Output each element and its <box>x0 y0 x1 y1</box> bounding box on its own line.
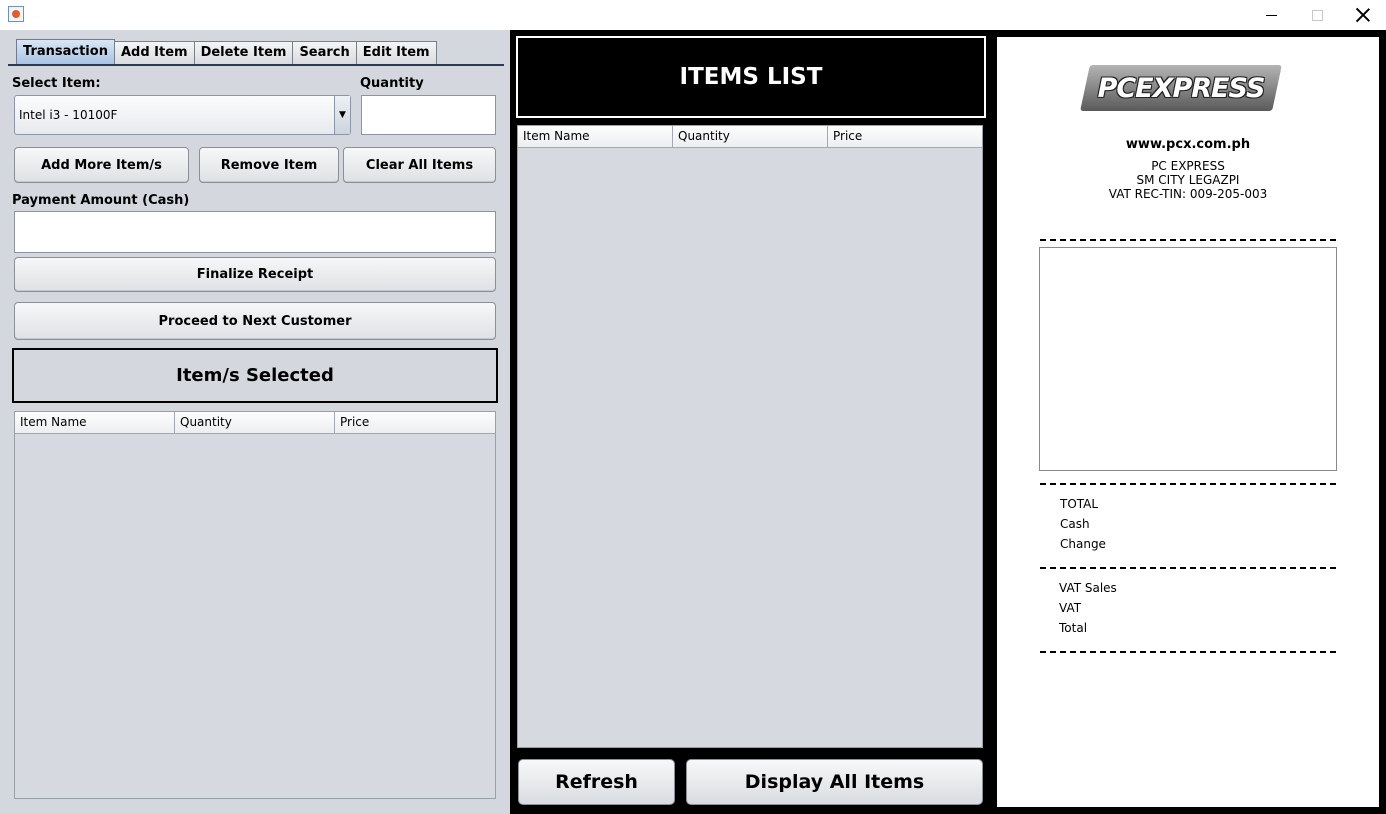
tab-bar: Transaction Add Item Delete Item Search … <box>16 39 437 64</box>
table-header: Item Name Quantity Price <box>518 126 982 148</box>
receipt-website: www.pcx.com.ph <box>1125 137 1251 152</box>
minimize-icon <box>1265 14 1277 16</box>
java-app-icon <box>8 6 24 22</box>
items-list-panel: ITEMS LIST Item Name Quantity Price Refr… <box>510 30 994 814</box>
remove-item-button[interactable]: Remove Item <box>199 147 339 183</box>
receipt-panel: PCEXPRESS www.pcx.com.ph PC EXPRESS SM C… <box>994 30 1386 814</box>
receipt-divider <box>1040 651 1336 653</box>
receipt-paper: PCEXPRESS www.pcx.com.ph PC EXPRESS SM C… <box>997 37 1379 807</box>
receipt-items-area <box>1039 247 1337 471</box>
chevron-down-icon[interactable]: ▼ <box>334 96 350 134</box>
column-header-quantity[interactable]: Quantity <box>175 412 335 433</box>
logo-text: PCEXPRESS <box>1097 72 1266 104</box>
table-header: Item Name Quantity Price <box>15 412 495 434</box>
refresh-button[interactable]: Refresh <box>518 759 675 805</box>
maximize-button[interactable] <box>1294 0 1340 30</box>
items-list-title: ITEMS LIST <box>516 36 986 118</box>
selected-item-value: Intel i3 - 10100F <box>19 108 118 122</box>
column-header-item-name[interactable]: Item Name <box>518 126 673 147</box>
receipt-divider <box>1040 483 1336 485</box>
transaction-panel: Transaction Add Item Delete Item Search … <box>0 30 510 814</box>
receipt-store-name: PC EXPRESS <box>1151 159 1225 173</box>
quantity-label: Quantity <box>360 76 424 91</box>
column-header-price[interactable]: Price <box>335 412 495 433</box>
pc-express-logo: PCEXPRESS <box>1080 65 1282 113</box>
payment-amount-label: Payment Amount (Cash) <box>12 193 190 208</box>
tab-transaction[interactable]: Transaction <box>16 39 115 64</box>
receipt-divider <box>1040 567 1336 569</box>
close-icon <box>1356 8 1370 22</box>
receipt-change-label: Change <box>1060 537 1106 551</box>
receipt-total-label: TOTAL <box>1060 497 1099 511</box>
items-list-table[interactable]: Item Name Quantity Price <box>517 125 983 748</box>
quantity-input[interactable] <box>361 95 496 135</box>
column-header-item-name[interactable]: Item Name <box>15 412 175 433</box>
column-header-price[interactable]: Price <box>828 126 982 147</box>
finalize-receipt-button[interactable]: Finalize Receipt <box>14 257 496 292</box>
minimize-button[interactable] <box>1248 0 1294 30</box>
column-header-quantity[interactable]: Quantity <box>673 126 828 147</box>
tab-add-item[interactable]: Add Item <box>113 41 195 64</box>
selected-items-table[interactable]: Item Name Quantity Price <box>14 411 496 799</box>
receipt-cash-label: Cash <box>1060 517 1090 531</box>
tab-edit-item[interactable]: Edit Item <box>355 41 437 64</box>
item-select-dropdown[interactable]: Intel i3 - 10100F ▼ <box>14 95 351 135</box>
tab-divider <box>8 64 504 66</box>
payment-amount-input[interactable] <box>14 211 496 253</box>
add-more-items-button[interactable]: Add More Item/s <box>14 147 189 183</box>
proceed-next-customer-button[interactable]: Proceed to Next Customer <box>14 302 496 340</box>
select-item-label: Select Item: <box>12 76 101 91</box>
receipt-grand-total-label: Total <box>1059 621 1088 635</box>
tab-search[interactable]: Search <box>292 41 357 64</box>
receipt-vat-label: VAT <box>1059 601 1082 615</box>
clear-all-items-button[interactable]: Clear All Items <box>343 147 496 183</box>
close-button[interactable] <box>1340 0 1386 30</box>
receipt-branch: SM CITY LEGAZPI <box>1136 173 1240 187</box>
maximize-icon <box>1311 9 1323 21</box>
items-selected-heading: Item/s Selected <box>12 348 498 403</box>
display-all-items-button[interactable]: Display All Items <box>686 759 983 805</box>
receipt-divider <box>1040 239 1336 241</box>
window-titlebar <box>0 0 1386 30</box>
receipt-tin: VAT REC-TIN: 009-205-003 <box>1108 187 1268 201</box>
receipt-vat-sales-label: VAT Sales <box>1059 581 1117 595</box>
tab-delete-item[interactable]: Delete Item <box>193 41 294 64</box>
